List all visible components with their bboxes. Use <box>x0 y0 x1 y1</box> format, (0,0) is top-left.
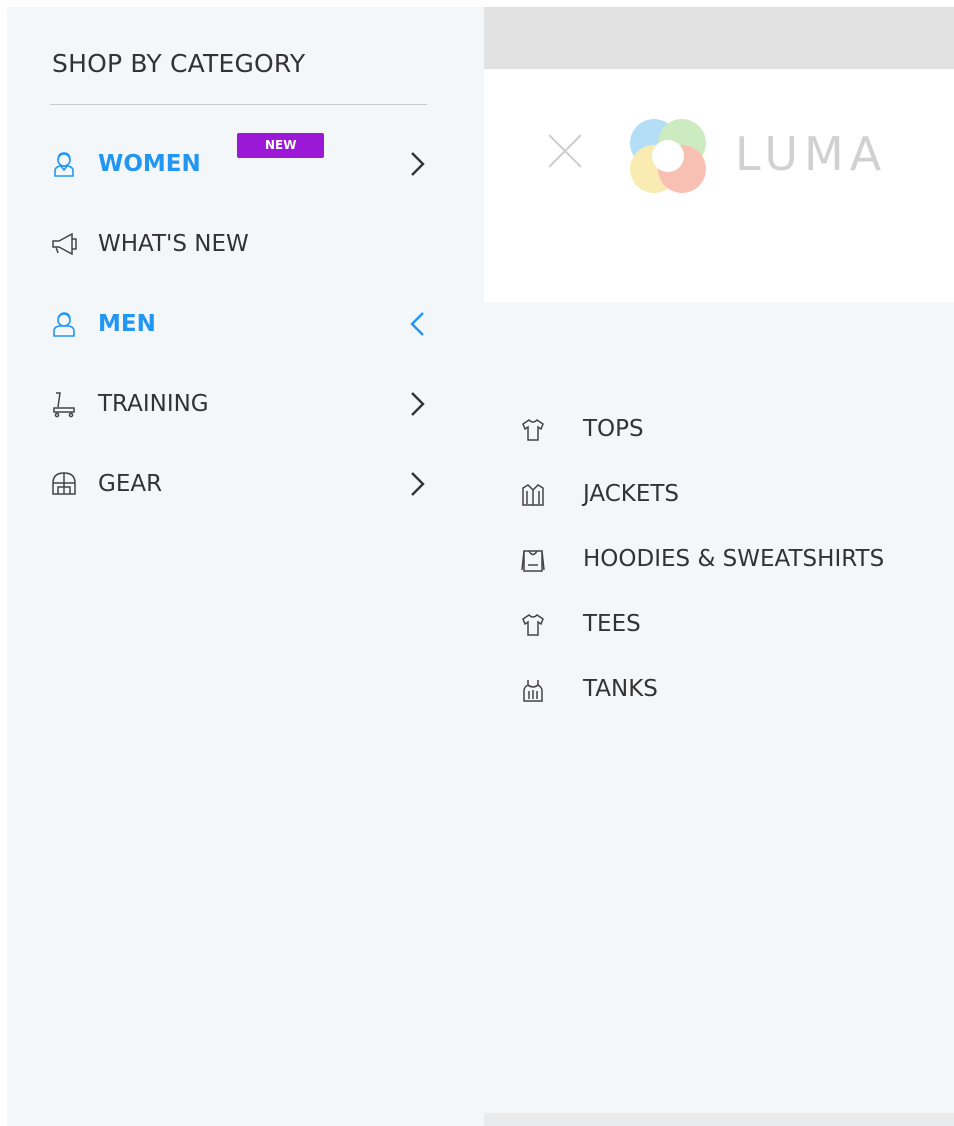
man-icon <box>50 310 78 338</box>
category-label: WHAT'S NEW <box>98 231 249 257</box>
site-header: LUMA <box>484 69 954 302</box>
new-badge: NEW <box>237 133 325 158</box>
category-training[interactable]: TRAINING <box>50 384 428 424</box>
top-overlay-bar <box>484 7 954 69</box>
submenu-label: JACKETS <box>583 481 680 507</box>
submenu-item-hoodies[interactable]: HOODIES & SWEATSHIRTS <box>520 542 954 578</box>
category-label: GEAR <box>98 471 163 497</box>
page-edge <box>0 0 7 1126</box>
category-sidebar: SHOP BY CATEGORY WOMEN NEW WHAT'S NEW ME… <box>7 7 484 1126</box>
bottom-edge <box>484 1113 954 1126</box>
men-submenu: TOPS JACKETS HOODIES & SWEATSHIRTS TEES … <box>484 302 954 1113</box>
hoodie-icon <box>520 547 546 573</box>
close-icon[interactable] <box>546 132 584 170</box>
submenu-label: TEES <box>583 611 641 637</box>
luma-logo-text[interactable]: LUMA <box>735 127 887 181</box>
submenu-label: TOPS <box>583 416 644 442</box>
gear-bag-icon <box>50 470 78 498</box>
luma-logo-icon[interactable] <box>624 115 714 197</box>
category-gear[interactable]: GEAR <box>50 464 428 504</box>
megaphone-icon <box>50 230 78 258</box>
category-label: WOMEN <box>98 151 201 177</box>
submenu-label: TANKS <box>583 676 658 702</box>
category-label: TRAINING <box>98 391 209 417</box>
submenu-item-tanks[interactable]: TANKS <box>520 672 954 708</box>
tshirt-icon <box>520 612 546 638</box>
category-label: MEN <box>98 311 156 337</box>
submenu-item-tops[interactable]: TOPS <box>520 412 954 448</box>
woman-icon <box>50 150 78 178</box>
category-men[interactable]: MEN <box>50 304 428 344</box>
category-whats-new[interactable]: WHAT'S NEW <box>50 224 428 264</box>
treadmill-icon <box>50 390 78 418</box>
submenu-item-tees[interactable]: TEES <box>520 607 954 643</box>
category-women[interactable]: WOMEN NEW <box>50 133 428 184</box>
jacket-icon <box>520 482 546 508</box>
chevron-right-icon[interactable] <box>408 470 428 498</box>
sidebar-divider <box>50 104 427 105</box>
chevron-right-icon[interactable] <box>408 390 428 418</box>
sidebar-title: SHOP BY CATEGORY <box>52 49 306 78</box>
tshirt-icon <box>520 417 546 443</box>
chevron-left-icon[interactable] <box>408 310 428 338</box>
submenu-item-jackets[interactable]: JACKETS <box>520 477 954 513</box>
tank-top-icon <box>520 677 546 703</box>
submenu-label: HOODIES & SWEATSHIRTS <box>583 546 885 572</box>
chevron-right-icon[interactable] <box>408 150 428 178</box>
